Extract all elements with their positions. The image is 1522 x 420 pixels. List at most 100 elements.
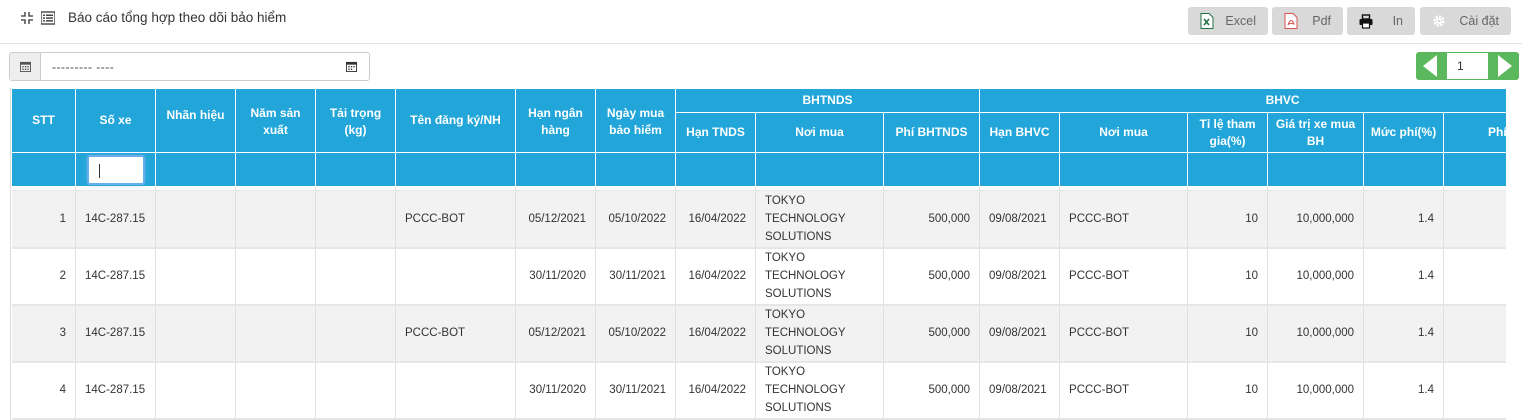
date-value: --------- ----: [52, 60, 115, 74]
cell-ngay-mua: 05/10/2022: [595, 190, 676, 249]
cell-nhan-hieu: [155, 361, 236, 420]
cell-stt: 1: [11, 190, 76, 249]
collapse-icon[interactable]: [20, 11, 34, 25]
cell-ten-dang-ky: PCCC-BOT: [395, 304, 516, 363]
cell-phi-bhvc: 14: [1443, 304, 1506, 363]
cell-han-ngan-hang: 30/11/2020: [515, 247, 596, 306]
cell-ngay-mua: 05/10/2022: [595, 304, 676, 363]
cell-han-tnds: 16/04/2022: [675, 361, 756, 420]
cell-tai-trong: [315, 361, 396, 420]
cell-so-xe: 14C-287.15: [75, 190, 156, 249]
table-row[interactable]: 2 14C-287.15 30/11/2020 30/11/2021 16/04/202…: [11, 247, 1506, 306]
cell-gia-tri: 10,000,000: [1267, 247, 1365, 306]
export-pdf-button[interactable]: Pdf: [1272, 7, 1343, 35]
table-row[interactable]: 3 14C-287.15 PCCC-BOT 05/12/2021 05/10/2022 1…: [11, 304, 1506, 363]
cell-ten-dang-ky: [395, 247, 516, 306]
print-button[interactable]: In: [1347, 7, 1415, 35]
cell-han-bhvc: 09/08/2021: [979, 247, 1061, 306]
col-gia-tri[interactable]: Giá trị xe mua BH: [1267, 112, 1365, 153]
filter-cell: [1443, 152, 1506, 187]
cell-han-bhvc: 09/08/2021: [979, 304, 1061, 363]
filter-cell: [595, 152, 676, 187]
date-range-picker[interactable]: --------- ----: [9, 52, 370, 81]
col-tai-trong[interactable]: Tải trọng (kg): [315, 88, 396, 153]
cell-noi-mua-tnds: TOKYO TECHNOLOGY SOLUTIONS: [755, 247, 884, 306]
cell-han-ngan-hang: 05/12/2021: [515, 190, 596, 249]
filter-cell: [1187, 152, 1269, 187]
prev-page-button[interactable]: [1416, 52, 1446, 80]
cell-ti-le: 10: [1187, 190, 1269, 249]
cell-tai-trong: [315, 190, 396, 249]
cell-gia-tri: 10,000,000: [1267, 190, 1365, 249]
filter-cell: [755, 152, 884, 187]
col-noi-mua-tnds[interactable]: Nơi mua: [755, 112, 884, 153]
filter-cell: [882, 152, 981, 187]
cell-ti-le: 10: [1187, 247, 1269, 306]
cell-nam-san-xuat: [235, 361, 316, 420]
cell-so-xe: 14C-287.15: [75, 361, 156, 420]
cell-ti-le: 10: [1187, 361, 1269, 420]
pdf-icon: [1284, 13, 1298, 29]
cell-phi-bhvc: 14: [1443, 361, 1506, 420]
export-excel-label: Excel: [1225, 14, 1256, 28]
settings-button[interactable]: Cài đặt: [1420, 7, 1511, 35]
col-noi-mua-vc[interactable]: Nơi mua: [1059, 112, 1189, 153]
table-row[interactable]: 1 14C-287.15 PCCC-BOT 05/12/2021 05/10/2022 1…: [11, 190, 1506, 249]
cell-stt: 2: [11, 247, 76, 306]
page-title: Báo cáo tổng hợp theo dõi bảo hiểm: [68, 10, 287, 25]
print-label: In: [1392, 14, 1403, 28]
filter-cell: [1267, 152, 1365, 187]
col-han-bhvc[interactable]: Hạn BHVC: [979, 112, 1061, 153]
cell-phi-bhtnds: 500,000: [883, 304, 981, 363]
col-phi-bhtnds[interactable]: Phí BHTNDS: [882, 112, 981, 153]
col-han-ngan-hang[interactable]: Hạn ngân hàng: [515, 88, 596, 153]
filter-cell: [1059, 152, 1189, 187]
list-icon: [41, 11, 55, 25]
cell-nhan-hieu: [155, 247, 236, 306]
filter-cell: [11, 152, 76, 187]
print-icon: [1359, 14, 1373, 29]
cell-noi-mua-vc: PCCC-BOT: [1059, 361, 1189, 420]
filter-cell: [1363, 152, 1445, 187]
col-ti-le[interactable]: Tỉ lệ tham gia(%): [1187, 112, 1269, 153]
filter-cell: [155, 152, 236, 187]
table-row[interactable]: 4 14C-287.15 30/11/2020 30/11/2021 16/04/202…: [11, 361, 1506, 420]
cell-noi-mua-vc: PCCC-BOT: [1059, 247, 1189, 306]
cell-ngay-mua: 30/11/2021: [595, 247, 676, 306]
export-excel-button[interactable]: Excel: [1188, 7, 1268, 35]
col-muc-phi[interactable]: Mức phí(%): [1363, 112, 1445, 153]
cell-han-tnds: 16/04/2022: [675, 247, 756, 306]
cell-nam-san-xuat: [235, 304, 316, 363]
cell-tai-trong: [315, 304, 396, 363]
cell-ti-le: 10: [1187, 304, 1269, 363]
page-number-input[interactable]: 1: [1446, 52, 1489, 80]
calendar-picker-icon[interactable]: [346, 61, 357, 72]
col-ngay-mua[interactable]: Ngày mua bảo hiểm: [595, 88, 676, 153]
col-stt[interactable]: STT: [11, 88, 76, 153]
cell-han-tnds: 16/04/2022: [675, 190, 756, 249]
cell-gia-tri: 10,000,000: [1267, 304, 1365, 363]
col-so-xe[interactable]: Số xe: [75, 88, 156, 153]
filter-row: [11, 152, 1506, 187]
cell-phi-bhvc: 14: [1443, 247, 1506, 306]
cell-nam-san-xuat: [235, 190, 316, 249]
col-nam-san-xuat[interactable]: Năm sản xuất: [235, 88, 316, 153]
cell-gia-tri: 10,000,000: [1267, 361, 1365, 420]
col-ten-dang-ky[interactable]: Tên đăng ký/NH: [395, 88, 516, 153]
group-bhvc: BHVC: [979, 88, 1506, 113]
cell-muc-phi: 1.4: [1363, 190, 1445, 249]
report-table-container[interactable]: STT Số xe Nhãn hiệu Năm sản xuất Tải trọ…: [10, 88, 1506, 420]
cell-noi-mua-tnds: TOKYO TECHNOLOGY SOLUTIONS: [755, 304, 884, 363]
arrow-right-icon: [1498, 55, 1512, 77]
cell-phi-bhtnds: 500,000: [883, 361, 981, 420]
col-nhan-hieu[interactable]: Nhãn hiệu: [155, 88, 236, 153]
group-bhtnds: BHTNDS: [674, 88, 981, 113]
cell-stt: 3: [11, 304, 76, 363]
filter-cell-so-xe: [75, 152, 156, 187]
cell-so-xe: 14C-287.15: [75, 304, 156, 363]
next-page-button[interactable]: [1489, 52, 1519, 80]
col-han-tnds[interactable]: Hạn TNDS: [675, 112, 756, 153]
so-xe-filter-input[interactable]: [86, 154, 145, 185]
col-phi-bhvc[interactable]: Phí BHVC: [1443, 112, 1506, 153]
settings-label: Cài đặt: [1459, 14, 1499, 28]
